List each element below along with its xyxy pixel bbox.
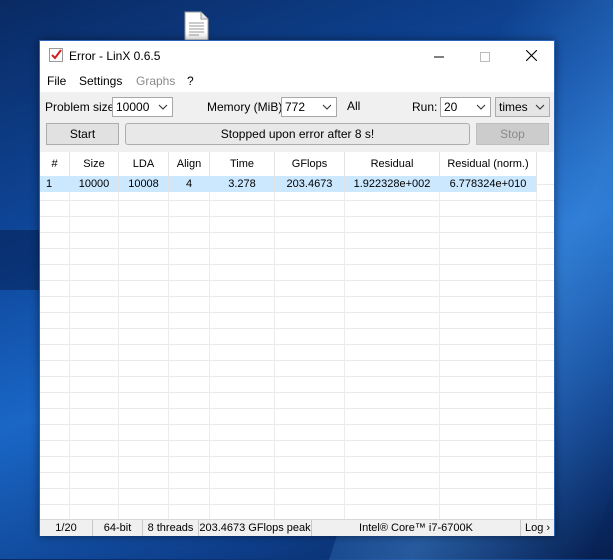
chevron-down-icon: [158, 104, 168, 110]
cell-residual-norm: 6.778324e+010: [440, 176, 537, 192]
close-icon: [525, 49, 537, 62]
column-header-size[interactable]: Size: [70, 152, 119, 176]
linx-window: Error - LinX 0.6.5 File Settings Graphs …: [39, 40, 555, 536]
chevron-down-icon: [535, 104, 545, 110]
menu-file[interactable]: File: [47, 74, 66, 88]
column-divider: [344, 176, 345, 519]
problem-size-combo[interactable]: 10000: [112, 97, 173, 117]
column-divider: [274, 176, 275, 519]
memory-all-option[interactable]: All: [347, 99, 360, 113]
run-label: Run:: [412, 100, 438, 114]
menu-bar: File Settings Graphs ?: [40, 72, 554, 92]
run-count-value: 20: [444, 100, 458, 114]
column-divider: [69, 176, 70, 519]
problem-size-value: 10000: [116, 100, 150, 114]
memory-label: Memory (MiB):: [207, 100, 286, 114]
close-button[interactable]: [508, 41, 554, 71]
status-cpu: Intel® Core™ i7-6700K: [312, 520, 521, 536]
desktop-file-icon[interactable]: [181, 11, 211, 41]
run-unit-value: times: [499, 100, 528, 114]
title-bar[interactable]: Error - LinX 0.6.5: [40, 41, 554, 71]
status-progress: 1/20: [40, 520, 93, 536]
column-divider: [439, 176, 440, 519]
maximize-button[interactable]: [462, 41, 508, 71]
column-header-index[interactable]: #: [40, 152, 70, 176]
cell-residual: 1.922328e+002: [345, 176, 440, 192]
menu-help[interactable]: ?: [187, 74, 194, 88]
minimize-icon: [434, 56, 444, 58]
cell-align: 4: [169, 176, 210, 192]
menu-settings[interactable]: Settings: [79, 74, 122, 88]
status-threads: 8 threads: [143, 520, 199, 536]
memory-combo[interactable]: 772: [281, 97, 337, 117]
cell-lda: 10008: [119, 176, 169, 192]
toolbar: Problem size: 10000 Memory (MiB): 772 Al…: [40, 92, 554, 152]
chevron-down-icon: [322, 104, 332, 110]
cell-size: 10000: [70, 176, 119, 192]
checkmark-app-icon: [49, 48, 63, 62]
column-header-gflops[interactable]: GFlops: [275, 152, 345, 176]
maximize-icon: [480, 52, 490, 63]
chevron-down-icon: [476, 104, 486, 110]
column-divider: [118, 176, 119, 519]
status-bar: 1/20 64-bit 8 threads 203.4673 GFlops pe…: [40, 519, 554, 536]
results-table: # Size LDA Align Time GFlops Residual Re…: [40, 152, 554, 519]
status-peak: 203.4673 GFlops peak: [199, 520, 312, 536]
status-bitness: 64-bit: [93, 520, 143, 536]
column-header-lda[interactable]: LDA: [119, 152, 169, 176]
column-header-align[interactable]: Align: [169, 152, 210, 176]
menu-graphs[interactable]: Graphs: [136, 74, 175, 88]
run-count-combo[interactable]: 20: [440, 97, 491, 117]
column-header-residual[interactable]: Residual: [345, 152, 440, 176]
run-unit-combo[interactable]: times: [495, 97, 550, 117]
window-title: Error - LinX 0.6.5: [69, 49, 161, 63]
memory-value: 772: [285, 100, 306, 114]
stop-button[interactable]: Stop: [476, 123, 549, 145]
minimize-button[interactable]: [416, 41, 462, 71]
table-row[interactable]: 1 10000 10008 4 3.278 203.4673 1.922328e…: [40, 176, 537, 192]
cell-index: 1: [40, 176, 70, 192]
column-header-residual-norm[interactable]: Residual (norm.): [440, 152, 537, 176]
run-status-field: Stopped upon error after 8 s!: [125, 123, 470, 145]
start-button[interactable]: Start: [46, 123, 119, 145]
cell-gflops: 203.4673: [275, 176, 345, 192]
cell-time: 3.278: [210, 176, 275, 192]
table-header: # Size LDA Align Time GFlops Residual Re…: [40, 152, 554, 176]
column-header-time[interactable]: Time: [210, 152, 275, 176]
problem-size-label: Problem size:: [45, 100, 118, 114]
column-divider: [536, 176, 537, 519]
log-button[interactable]: Log ›: [521, 520, 554, 536]
column-divider: [168, 176, 169, 519]
column-divider: [209, 176, 210, 519]
